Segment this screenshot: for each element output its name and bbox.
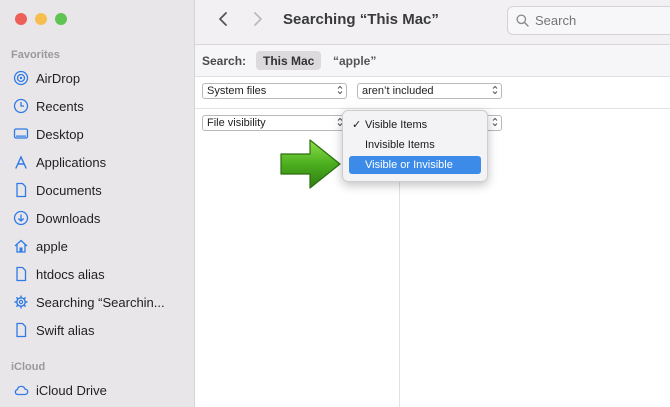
scope-search-term-button[interactable]: “apple” (333, 54, 376, 68)
document-icon (12, 181, 30, 199)
green-arrow-icon (278, 136, 344, 192)
forward-button[interactable] (248, 11, 268, 31)
visibility-menu: ✓ Visible Items Invisible Items Visible … (342, 110, 488, 182)
sidebar-item-label: htdocs alias (36, 266, 105, 282)
sidebar-item-airdrop[interactable]: AirDrop (6, 66, 188, 90)
download-icon (12, 209, 30, 227)
checkmark-icon: ✓ (352, 119, 362, 131)
sidebar-item-label: AirDrop (36, 70, 81, 86)
chevron-updown-icon (337, 84, 343, 96)
sidebar-item-documents[interactable]: Documents (6, 178, 188, 202)
sidebar-item-label: Searching “Searchin... (36, 294, 165, 310)
desktop-icon (12, 125, 30, 143)
applications-icon (12, 153, 30, 171)
menu-item-visible-or-invisible[interactable]: Visible or Invisible (349, 156, 481, 174)
sidebar-item-label: Documents (36, 182, 102, 198)
toolbar: Searching “This Mac” (195, 0, 670, 45)
sidebar-item-label: Downloads (36, 210, 101, 226)
search-scope-bar: Search: This Mac “apple” (195, 45, 670, 77)
chevron-left-icon (217, 11, 229, 32)
minimize-window-button[interactable] (35, 13, 47, 25)
back-button[interactable] (213, 11, 233, 31)
airdrop-icon (12, 69, 30, 87)
sidebar-item-saved-search[interactable]: Searching “Searchin... (6, 290, 188, 314)
close-window-button[interactable] (15, 13, 27, 25)
chevron-right-icon (252, 11, 264, 32)
menu-item-visible-items[interactable]: ✓ Visible Items (349, 116, 481, 134)
condition-value: aren’t included (362, 85, 434, 97)
sidebar-item-recents[interactable]: Recents (6, 94, 188, 118)
sidebar-item-label: Swift alias (36, 322, 95, 338)
menu-item-invisible-items[interactable]: Invisible Items (349, 136, 481, 154)
attribute-value: File visibility (207, 117, 266, 129)
search-icon (516, 14, 529, 27)
zoom-window-button[interactable] (55, 13, 67, 25)
scope-this-mac-button[interactable]: This Mac (256, 51, 322, 70)
menu-item-label: Invisible Items (365, 139, 435, 151)
menu-item-label: Visible or Invisible (365, 159, 453, 171)
attribute-popup[interactable]: System files (202, 83, 347, 99)
sidebar-item-htdocs-alias[interactable]: htdocs alias (6, 262, 188, 286)
search-field[interactable] (507, 6, 670, 35)
sidebar-item-desktop[interactable]: Desktop (6, 122, 188, 146)
sidebar-item-apple[interactable]: apple (6, 234, 188, 258)
sidebar: Favorites AirDrop Recents Desktop Applic… (0, 0, 195, 407)
criteria-row: System files aren’t included (195, 77, 670, 109)
chevron-updown-icon (492, 84, 498, 96)
sidebar-item-swift-alias[interactable]: Swift alias (6, 318, 188, 342)
sidebar-item-label: Recents (36, 98, 84, 114)
sidebar-item-icloud-drive[interactable]: iCloud Drive (6, 378, 188, 402)
search-input[interactable] (535, 13, 655, 28)
sidebar-item-label: Applications (36, 154, 107, 170)
condition-popup[interactable]: aren’t included (357, 83, 502, 99)
menu-item-label: Visible Items (365, 119, 428, 131)
sidebar-item-label: Desktop (36, 126, 84, 142)
gear-icon (12, 293, 30, 311)
sidebar-item-label: apple (36, 238, 68, 254)
document-icon (12, 321, 30, 339)
favorites-header: Favorites (11, 49, 60, 61)
cloud-icon (12, 381, 30, 399)
window-title: Searching “This Mac” (283, 11, 439, 28)
icloud-header: iCloud (11, 361, 46, 373)
home-icon (12, 237, 30, 255)
sidebar-item-applications[interactable]: Applications (6, 150, 188, 174)
chevron-updown-icon (492, 116, 498, 128)
attribute-popup[interactable]: File visibility (202, 115, 347, 131)
search-scope-label: Search: (202, 54, 247, 68)
document-icon (12, 265, 30, 283)
attribute-value: System files (207, 85, 267, 97)
sidebar-item-downloads[interactable]: Downloads (6, 206, 188, 230)
clock-icon (12, 97, 30, 115)
sidebar-item-label: iCloud Drive (36, 382, 107, 398)
